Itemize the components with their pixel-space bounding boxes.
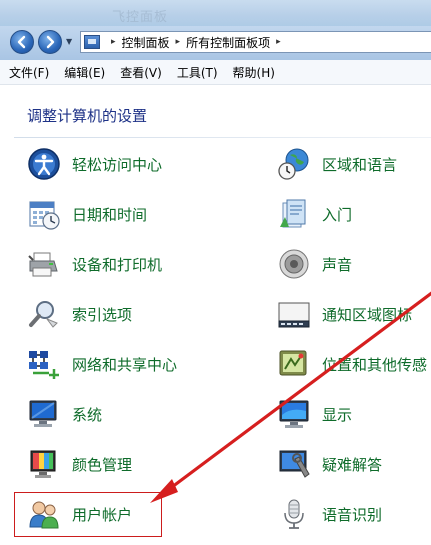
item-label: 入门 [322, 205, 353, 224]
arrow-left-icon [17, 35, 26, 49]
annotation-highlight-box [14, 492, 162, 537]
item-label: 区域和语言 [322, 155, 398, 174]
item-label: 系统 [72, 405, 103, 424]
item-label: 索引选项 [72, 305, 133, 324]
control-panel-icon [84, 35, 100, 49]
microphone-icon [284, 499, 304, 529]
menu-edit[interactable]: 编辑(E) [64, 64, 105, 81]
display-icon [279, 400, 309, 428]
back-button[interactable] [10, 30, 34, 54]
cp-item-system[interactable]: 系统 [27, 397, 102, 431]
address-bar[interactable]: ▸ 控制面板 ▸ 所有控制面板项 ▸ [80, 31, 431, 53]
speaker-icon [279, 249, 309, 279]
ease-of-access-icon [28, 148, 60, 180]
cp-item-devices-printers[interactable]: 设备和打印机 [27, 247, 162, 281]
menu-file[interactable]: 文件(F) [9, 64, 49, 81]
item-label: 显示 [322, 405, 353, 424]
location-sensor-icon [279, 350, 307, 376]
item-label: 位置和其他传感 [322, 355, 428, 374]
forward-button[interactable] [38, 30, 62, 54]
menu-tools[interactable]: 工具(T) [177, 64, 218, 81]
chevron-right-icon[interactable]: ▸ [176, 37, 181, 47]
navigation-bar: ▼ ▸ 控制面板 ▸ 所有控制面板项 ▸ [0, 26, 431, 60]
item-label: 日期和时间 [72, 205, 148, 224]
item-label: 轻松访问中心 [72, 155, 163, 174]
troubleshoot-icon [279, 450, 310, 478]
chevron-right-icon[interactable]: ▸ [111, 37, 116, 47]
history-dropdown-button[interactable]: ▼ [66, 38, 74, 46]
cp-item-getting-started[interactable]: 入门 [277, 197, 352, 231]
taskbar-icon [278, 302, 310, 328]
cp-item-color-management[interactable]: 颜色管理 [27, 447, 132, 481]
color-monitor-icon [30, 450, 56, 478]
cp-item-sound[interactable]: 声音 [277, 247, 352, 281]
item-label: 声音 [322, 255, 353, 274]
cp-item-troubleshooting[interactable]: 疑难解答 [277, 447, 382, 481]
menu-help[interactable]: 帮助(H) [233, 64, 275, 81]
item-label: 网络和共享中心 [72, 355, 178, 374]
cp-item-network-sharing[interactable]: 网络和共享中心 [27, 347, 177, 381]
computer-icon [29, 400, 57, 427]
breadcrumb-all-items[interactable]: 所有控制面板项 [186, 34, 270, 51]
magnifier-icon [29, 301, 58, 328]
item-label: 通知区域图标 [322, 305, 413, 324]
control-panel-content: 调整计算机的设置 轻松访问中心 日期和时间 设备和打印机 索引选项 网络和共享中… [0, 85, 431, 545]
network-icon [29, 351, 59, 379]
item-label: 语音识别 [322, 505, 383, 524]
cp-item-location-sensors[interactable]: 位置和其他传感 [277, 347, 427, 381]
arrow-right-icon [46, 35, 55, 49]
printer-icon [28, 252, 58, 277]
page-title: 调整计算机的设置 [27, 107, 148, 125]
cp-item-notification-icons[interactable]: 通知区域图标 [277, 297, 412, 331]
cp-item-display[interactable]: 显示 [277, 397, 352, 431]
title-bar: 飞控面板 [0, 0, 431, 26]
chevron-right-icon[interactable]: ▸ [276, 37, 281, 47]
calendar-clock-icon [29, 201, 60, 230]
getting-started-icon [280, 199, 306, 228]
cp-item-ease-of-access[interactable]: 轻松访问中心 [27, 147, 162, 181]
breadcrumb-control-panel[interactable]: 控制面板 [122, 34, 170, 51]
cp-item-date-time[interactable]: 日期和时间 [27, 197, 147, 231]
cp-item-speech-recognition[interactable]: 语音识别 [277, 497, 382, 531]
item-label: 设备和打印机 [72, 255, 163, 274]
cp-item-indexing-options[interactable]: 索引选项 [27, 297, 132, 331]
menu-bar: 文件(F) 编辑(E) 查看(V) 工具(T) 帮助(H) [0, 60, 431, 85]
item-label: 颜色管理 [72, 455, 133, 474]
globe-clock-icon [278, 148, 309, 180]
menu-view[interactable]: 查看(V) [120, 64, 162, 81]
item-label: 疑难解答 [322, 455, 383, 474]
divider [14, 137, 431, 138]
window-title: 飞控面板 [112, 10, 169, 25]
cp-item-region-language[interactable]: 区域和语言 [277, 147, 397, 181]
